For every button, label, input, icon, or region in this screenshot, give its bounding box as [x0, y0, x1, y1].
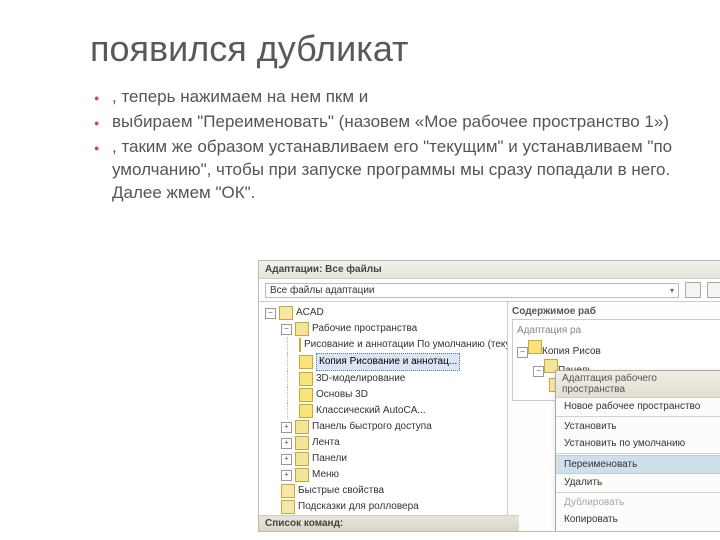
right-panel-title: Содержимое раб	[512, 306, 720, 319]
folder-icon	[295, 420, 309, 434]
star-icon	[299, 338, 301, 352]
filter-dropdown[interactable]: Все файлы адаптации ▾	[265, 283, 679, 298]
star-icon	[299, 372, 313, 386]
tree-item-selected[interactable]: Копия Рисование и аннотац...	[261, 353, 505, 371]
tree-section[interactable]: +Лента	[261, 435, 505, 451]
screenshot-panel: Адаптации: Все файлы Все файлы адаптации…	[258, 260, 720, 532]
tree-section[interactable]: +Панель быстрого доступа	[261, 419, 505, 435]
star-icon	[528, 340, 542, 354]
tree-root[interactable]: − ACAD	[261, 305, 505, 321]
context-menu: Адаптация рабочего пространства Новое ра…	[555, 370, 720, 532]
star-icon	[299, 388, 313, 402]
folder-icon	[295, 322, 309, 336]
folder-icon	[295, 436, 309, 450]
minus-icon[interactable]: −	[517, 347, 528, 358]
tree-item[interactable]: −Копия Рисов	[517, 340, 720, 359]
context-menu-title: Адаптация рабочего пространства	[556, 371, 720, 398]
tree-section[interactable]: Быстрые свойства	[261, 483, 505, 499]
menu-item-new-workspace[interactable]: Новое рабочее пространство	[556, 398, 720, 415]
star-icon	[299, 355, 313, 369]
plus-icon[interactable]: +	[281, 454, 292, 465]
tree-item[interactable]: Классический AutoCA...	[261, 403, 505, 419]
bullet-list: , теперь нажимаем на нем пкм и выбираем …	[90, 86, 680, 205]
tree-item[interactable]: Рисование и аннотации По умолчанию (теку…	[261, 337, 505, 353]
tree-item[interactable]: 3D-моделирование	[261, 371, 505, 387]
filter-row: Все файлы адаптации ▾	[259, 279, 720, 302]
chevron-down-icon: ▾	[670, 286, 674, 295]
menu-item-delete[interactable]: Удалить	[556, 474, 720, 491]
bullet-item: выбираем "Переименовать" (назовем «Мое р…	[90, 111, 680, 134]
tree-panel: − ACAD − Рабочие пространства Рисование …	[259, 302, 508, 532]
menu-item-set-default[interactable]: Установить по умолчанию	[556, 435, 720, 452]
plus-icon[interactable]: +	[281, 470, 292, 481]
tab-adaptations[interactable]: Адаптации: Все файлы	[265, 264, 382, 275]
doc-icon	[281, 500, 295, 514]
tree-section[interactable]: +Панели	[261, 451, 505, 467]
tree-workspaces[interactable]: − Рабочие пространства	[261, 321, 505, 337]
open-icon[interactable]	[707, 282, 720, 298]
file-icon	[279, 306, 293, 320]
folder-icon	[295, 468, 309, 482]
menu-item-duplicate[interactable]: Дублировать	[556, 494, 720, 511]
tab-bar: Адаптации: Все файлы	[259, 261, 720, 279]
menu-item-paste[interactable]: Вставить	[556, 528, 720, 532]
menu-item-copy[interactable]: Копировать	[556, 511, 720, 528]
filter-value: Все файлы адаптации	[270, 285, 375, 296]
doc-icon	[281, 484, 295, 498]
bullet-item: , таким же образом устанавливаем его "те…	[90, 136, 680, 205]
minus-icon[interactable]: −	[281, 324, 292, 335]
plus-icon[interactable]: +	[281, 438, 292, 449]
command-list-label: Список команд:	[259, 515, 519, 531]
menu-item-set[interactable]: Установить	[556, 418, 720, 435]
tree-section[interactable]: +Горячие клавиши	[261, 531, 505, 532]
tree-item[interactable]: Основы 3D	[261, 387, 505, 403]
tree-section[interactable]: Подсказки для ролловера	[261, 499, 505, 515]
save-icon[interactable]	[685, 282, 701, 298]
bullet-item: , теперь нажимаем на нем пкм и	[90, 86, 680, 109]
slide-title: появился дубликат	[90, 28, 680, 70]
menu-item-rename[interactable]: Переименовать	[556, 455, 720, 474]
minus-icon[interactable]: −	[265, 308, 276, 319]
plus-icon[interactable]: +	[281, 422, 292, 433]
star-icon	[299, 404, 313, 418]
right-panel-subtitle: Адаптация ра	[517, 323, 720, 340]
minus-icon[interactable]: −	[533, 366, 544, 377]
tree-section[interactable]: +Меню	[261, 467, 505, 483]
folder-icon	[295, 452, 309, 466]
